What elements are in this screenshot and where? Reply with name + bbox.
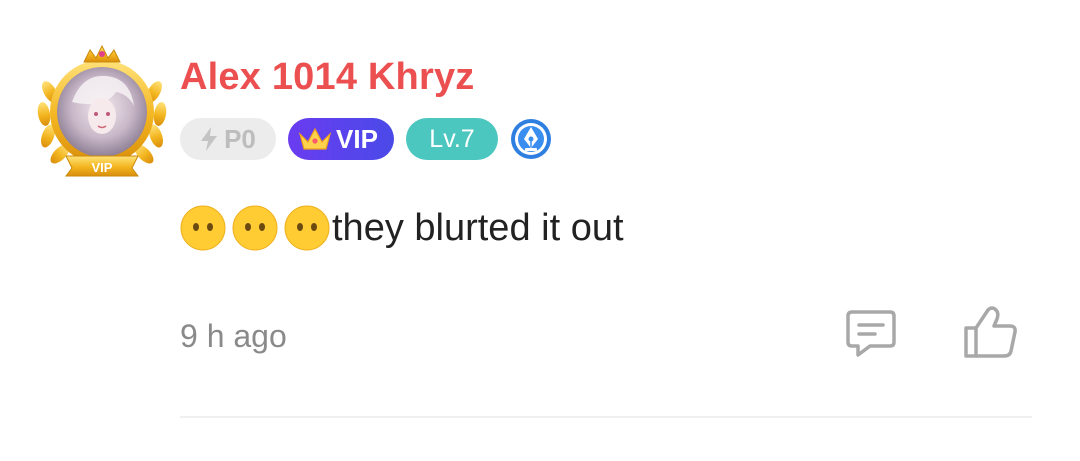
comment-message: they blurted it out — [180, 204, 624, 252]
points-badge[interactable]: P0 — [180, 118, 276, 160]
message-text: they blurted it out — [332, 206, 624, 249]
lightning-icon — [201, 127, 218, 151]
avatar[interactable]: VIP — [36, 44, 168, 180]
thumbs-up-icon[interactable] — [962, 304, 1018, 360]
vip-badge[interactable]: VIP — [288, 118, 394, 160]
vip-label: VIP — [336, 123, 378, 154]
comment-reply-icon[interactable] — [844, 306, 898, 360]
divider — [180, 416, 1032, 418]
fountain-pen-badge[interactable] — [510, 118, 552, 160]
timestamp: 9 h ago — [180, 318, 287, 354]
username[interactable]: Alex 1014 Khryz — [180, 56, 475, 99]
user-badges: P0 VIP Lv.7 — [180, 118, 552, 160]
neutral-no-mouth-emoji-icon — [232, 205, 278, 251]
avatar-frame-label: VIP — [92, 160, 113, 175]
points-label: P0 — [224, 123, 256, 154]
comment-item: VIP Alex 1014 Khryz P0 VIP Lv.7 they blu… — [0, 0, 1080, 461]
crown-icon — [298, 127, 332, 150]
neutral-no-mouth-emoji-icon — [180, 205, 226, 251]
fountain-pen-icon — [511, 119, 551, 159]
neutral-no-mouth-emoji-icon — [284, 205, 330, 251]
level-badge[interactable]: Lv.7 — [406, 118, 498, 160]
vip-avatar-frame-icon: VIP — [37, 44, 167, 177]
